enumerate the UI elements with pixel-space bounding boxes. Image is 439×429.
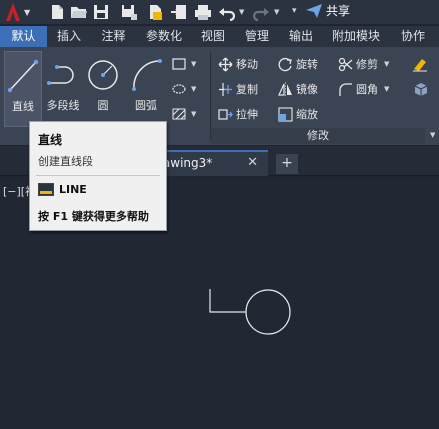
rotate-label: 旋转: [296, 58, 318, 71]
tab-home[interactable]: 默认: [0, 26, 47, 47]
command-line-icon: [38, 183, 54, 196]
fillet-dropdown-icon[interactable]: ▼: [384, 85, 389, 93]
tab-view[interactable]: 视图: [192, 26, 234, 47]
polyline-icon: [47, 65, 74, 85]
app-logo-icon[interactable]: [4, 2, 22, 22]
document-tab[interactable]: rawing3* ✕: [150, 150, 268, 176]
redo-dropdown-icon[interactable]: ▼: [274, 8, 279, 16]
paper-plane-icon: [306, 3, 322, 18]
modify-panel-expand-icon[interactable]: ▼: [430, 131, 435, 139]
tab-annotate[interactable]: 注释: [91, 26, 136, 47]
circle-tool-button[interactable]: 圆: [84, 51, 122, 127]
rotate-icon: [278, 57, 292, 71]
tooltip-title: 直线: [38, 133, 63, 147]
redo-icon[interactable]: [252, 3, 270, 21]
undo-icon[interactable]: [218, 3, 236, 21]
modify-panel-title[interactable]: 修改: [211, 128, 425, 144]
new-tab-button[interactable]: +: [276, 154, 298, 174]
move-tool-button[interactable]: 移动: [218, 55, 258, 73]
line-tooltip: 直线 创建直线段 LINE 按 F1 键获得更多帮助: [29, 121, 167, 231]
line-icon: [7, 59, 39, 93]
tooltip-command: LINE: [38, 183, 87, 196]
copy-icon: [219, 82, 232, 96]
tab-addins[interactable]: 附加模块: [322, 26, 390, 47]
trim-label: 修剪: [356, 58, 378, 71]
close-tab-icon[interactable]: ✕: [247, 152, 258, 174]
new-file-icon[interactable]: [48, 3, 66, 21]
line-tool-label: 直线: [12, 100, 34, 113]
open-folder-icon[interactable]: [70, 3, 88, 21]
app-menu-caret-icon[interactable]: ▼: [24, 8, 30, 17]
arc-icon: [132, 59, 162, 91]
drawn-circle: [245, 289, 291, 335]
stretch-label: 拉伸: [236, 108, 258, 121]
rectangle-icon: [172, 58, 186, 70]
polyline-tool-button[interactable]: 多段线: [44, 51, 82, 127]
fillet-label: 圆角: [356, 83, 378, 96]
autocad-window: ▼ ▼ ▼ ▾ 共享 默认 插入 注释 参数化 视图 管理 输出 附加模块 协作…: [0, 0, 439, 429]
mirror-icon: [278, 81, 292, 97]
hatch-tool-button[interactable]: ▼: [172, 80, 196, 98]
tooltip-divider: [36, 175, 160, 176]
mirror-label: 镜像: [296, 83, 318, 96]
stretch-icon: [218, 108, 233, 120]
stretch-tool-button[interactable]: 拉伸: [218, 105, 258, 123]
ellipse-icon: [172, 84, 186, 94]
quick-access-toolbar: ▼ ▼ ▼ ▾ 共享: [0, 0, 439, 24]
move-icon: [218, 57, 233, 71]
rectangle-tool-button[interactable]: ▼: [172, 55, 196, 73]
save-icon[interactable]: [92, 3, 110, 21]
line-tool-button[interactable]: 直线: [4, 51, 42, 127]
tab-insert[interactable]: 插入: [47, 26, 91, 47]
hatch-icon: [172, 108, 186, 120]
undo-dropdown-icon[interactable]: ▼: [239, 8, 244, 16]
tooltip-help: 按 F1 键获得更多帮助: [38, 210, 149, 223]
tab-output[interactable]: 输出: [280, 26, 322, 47]
ribbon-tabs: 默认 插入 注释 参数化 视图 管理 输出 附加模块 协作: [0, 26, 439, 47]
trim-tool-button[interactable]: 修剪 ▼: [338, 55, 389, 73]
share-button[interactable]: 共享: [306, 2, 350, 19]
erase-icon[interactable]: [412, 57, 428, 72]
rectangle-dropdown-icon[interactable]: ▼: [191, 60, 196, 68]
tooltip-description: 创建直线段: [38, 155, 93, 168]
scale-tool-button[interactable]: 缩放: [278, 105, 318, 123]
copy-tool-button[interactable]: 复制: [218, 80, 258, 98]
save-web-icon[interactable]: [170, 3, 188, 21]
rotate-tool-button[interactable]: 旋转: [278, 55, 318, 73]
fillet-tool-button[interactable]: 圆角 ▼: [338, 80, 389, 98]
plot-icon[interactable]: [194, 3, 212, 21]
scale-label: 缩放: [296, 108, 318, 121]
trim-dropdown-icon[interactable]: ▼: [384, 60, 389, 68]
move-label: 移动: [236, 58, 258, 71]
fillet-icon: [339, 82, 352, 96]
customize-toolbar-icon[interactable]: ▾: [292, 6, 297, 16]
mirror-tool-button[interactable]: 镜像: [278, 80, 318, 98]
open-web-icon[interactable]: [146, 3, 164, 21]
hatch-dropdown-icon[interactable]: ▼: [191, 110, 196, 118]
scale-icon: [278, 106, 293, 122]
scissors-icon: [338, 57, 353, 71]
share-label: 共享: [326, 4, 351, 18]
drawn-polyline: [209, 289, 246, 313]
arc-tool-label: 圆弧: [135, 99, 157, 112]
gradient-tool-button[interactable]: ▼: [172, 105, 196, 123]
polyline-tool-label: 多段线: [46, 99, 80, 112]
copy-label: 复制: [236, 83, 258, 96]
circle-icon: [88, 60, 118, 90]
save-as-icon[interactable]: [120, 3, 138, 21]
circle-tool-label: 圆: [97, 99, 109, 112]
tooltip-command-name: LINE: [59, 183, 87, 196]
arc-tool-button[interactable]: 圆弧: [126, 51, 166, 127]
explode-icon[interactable]: [412, 81, 428, 96]
tab-collaborate[interactable]: 协作: [390, 26, 436, 47]
ellipse-dropdown-icon[interactable]: ▼: [191, 85, 196, 93]
tab-parametric[interactable]: 参数化: [136, 26, 192, 47]
tab-manage[interactable]: 管理: [234, 26, 280, 47]
